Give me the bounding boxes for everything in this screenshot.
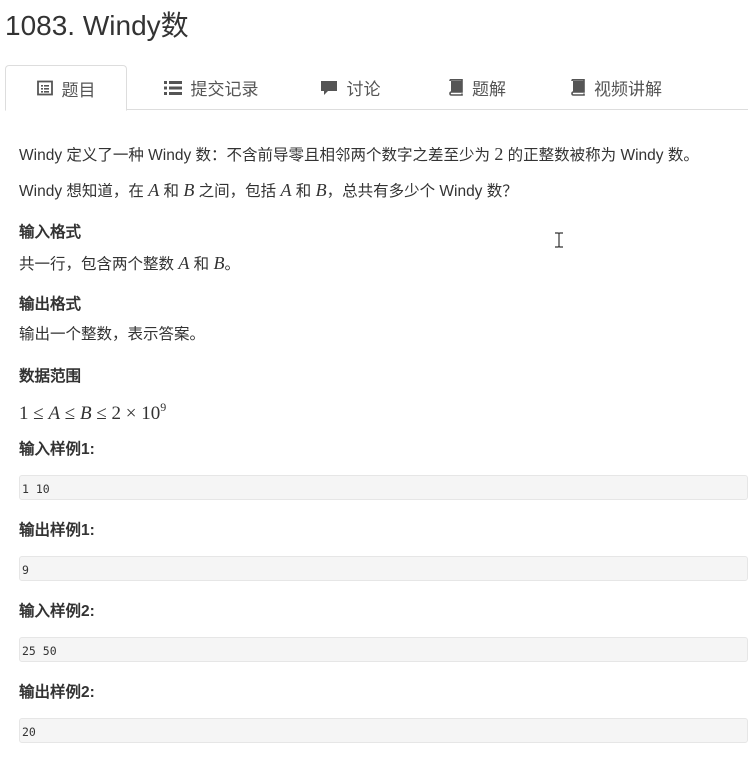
tab-label: 题目: [61, 80, 96, 100]
sample-output-2-heading: 输出样例2:: [19, 684, 95, 701]
sample-output-1-heading: 输出样例1:: [19, 522, 95, 539]
output-format-text: 输出一个整数，表示答案。: [19, 326, 206, 343]
tab-video[interactable]: 视频讲解: [561, 65, 671, 110]
text-cursor-icon: [554, 232, 564, 248]
list-icon: [163, 80, 182, 96]
sample-output-1-code[interactable]: 9: [19, 556, 748, 581]
tab-label: 讨论: [346, 80, 381, 99]
sample-input-2-heading: 输入样例2:: [19, 603, 95, 620]
description-line-1: Windy 定义了一种 Windy 数：不含前导零且相邻两个数字之差至少为 2 …: [19, 144, 699, 164]
input-format-heading: 输入格式: [19, 224, 82, 241]
tab-label: 提交记录: [190, 80, 259, 99]
tab-solutions[interactable]: 题解: [437, 65, 517, 110]
tab-problem[interactable]: 题目: [5, 65, 127, 111]
page-title: 1083. Windy数: [5, 10, 189, 41]
tab-submissions[interactable]: 提交记录: [151, 65, 271, 110]
sample-input-1-heading: 输入样例1:: [19, 441, 95, 458]
tab-bar: 题目 提交记录 讨论 题解 视频讲解: [5, 65, 748, 111]
tab-discussion[interactable]: 讨论: [310, 65, 390, 110]
book-icon: [448, 79, 463, 96]
data-range-formula: 1 ≤ A ≤ B ≤ 2 × 109: [19, 400, 167, 424]
input-format-text: 共一行，包含两个整数 A 和 B。: [19, 253, 240, 273]
sample-input-2-code[interactable]: 25 50: [19, 637, 748, 662]
description-line-2: Windy 想知道，在 A 和 B 之间，包括 A 和 B，总共有多少个 Win…: [19, 180, 518, 200]
sample-output-2-code[interactable]: 20: [19, 718, 748, 743]
sample-input-1-code[interactable]: 1 10: [19, 475, 748, 500]
comment-icon: [320, 80, 338, 96]
tab-label: 题解: [472, 80, 506, 99]
book-icon: [570, 79, 585, 96]
list-alt-icon: [36, 80, 53, 96]
data-range-heading: 数据范围: [19, 368, 82, 385]
output-format-heading: 输出格式: [19, 296, 82, 313]
tab-label: 视频讲解: [594, 80, 662, 99]
